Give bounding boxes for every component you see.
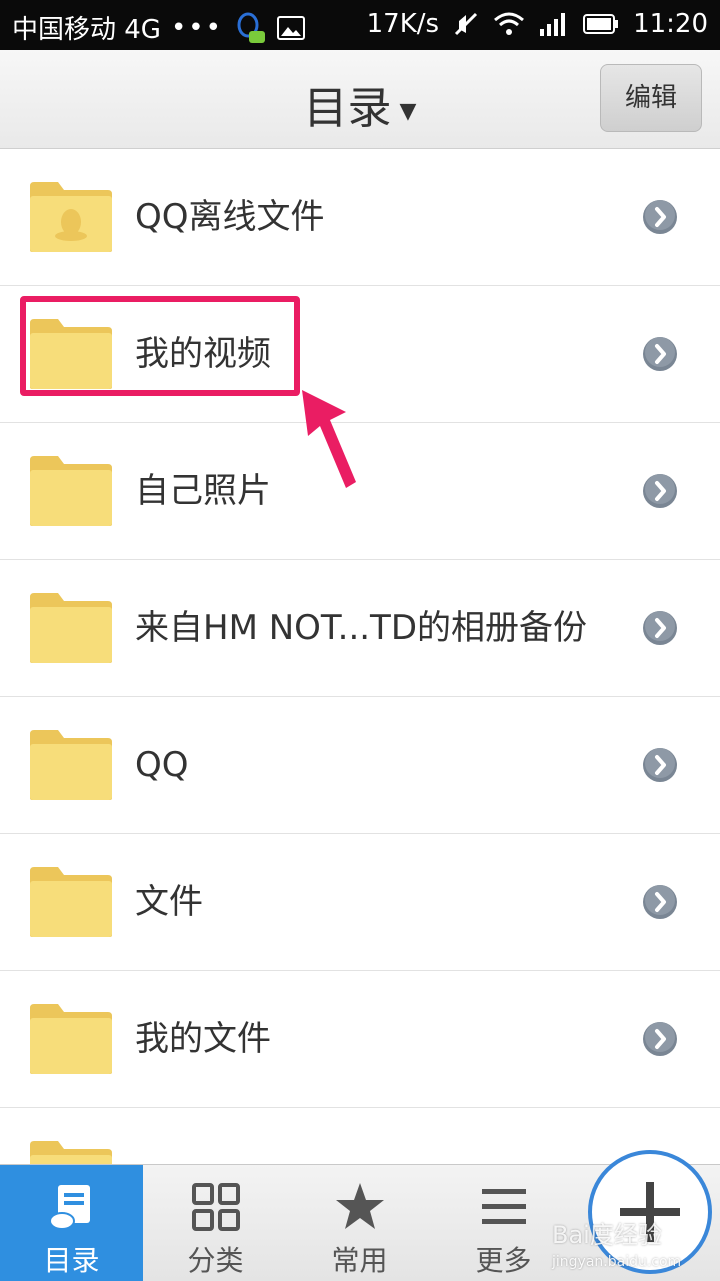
- folder-label: QQ离线文件: [135, 197, 325, 237]
- nav-label-categories: 分类: [187, 1244, 244, 1277]
- chevron-right-icon[interactable]: [642, 610, 678, 646]
- folder-icon: [30, 593, 112, 663]
- clock: 11:20: [633, 9, 708, 39]
- watermark-url: jingyan.baidu.com: [552, 1254, 682, 1270]
- chevron-right-icon[interactable]: [642, 473, 678, 509]
- grid-icon: [192, 1183, 240, 1231]
- folder-label: 文件: [135, 882, 203, 922]
- chevron-right-icon[interactable]: [642, 747, 678, 783]
- nav-tab-directory[interactable]: 目录: [0, 1165, 143, 1281]
- folder-row[interactable]: 自己照片: [0, 423, 720, 560]
- dropdown-caret-icon: ▼: [399, 98, 417, 124]
- more-dots: •••: [170, 12, 223, 43]
- image-icon: [276, 15, 305, 40]
- folder-row[interactable]: 来自HM NOT...TD的相册备份: [0, 560, 720, 697]
- folder-row[interactable]: QQ离线文件: [0, 149, 720, 286]
- folder-row[interactable]: QQ: [0, 697, 720, 834]
- page-title: 目录: [303, 83, 392, 134]
- folder-label: 自己照片: [135, 471, 271, 511]
- chevron-right-icon[interactable]: [642, 1021, 678, 1057]
- nav-label-directory: 目录: [43, 1244, 100, 1277]
- status-left: 中国移动 4G •••: [12, 9, 305, 46]
- folder-row[interactable]: 我的文件: [0, 971, 720, 1108]
- folder-icon: [30, 867, 112, 937]
- folder-row-partial[interactable]: [0, 1108, 720, 1168]
- highlight-box: [20, 296, 300, 396]
- app-header: 目录 ▼ 编辑: [0, 50, 720, 149]
- carrier-text: 中国移动 4G: [12, 15, 161, 45]
- nav-label-favorites: 常用: [331, 1244, 388, 1277]
- menu-icon: [482, 1189, 526, 1224]
- chevron-right-icon[interactable]: [642, 199, 678, 235]
- folder-label: 我的文件: [135, 1019, 271, 1059]
- qq-notification-icon: [237, 12, 265, 43]
- folder-label: QQ: [135, 745, 189, 785]
- mute-icon: [455, 12, 478, 36]
- wifi-icon: [494, 12, 525, 35]
- folder-row[interactable]: 文件: [0, 834, 720, 971]
- chevron-right-icon[interactable]: [642, 336, 678, 372]
- folder-icon: [30, 1004, 112, 1074]
- folder-icon: [30, 456, 112, 526]
- status-right: 17K/s 11:20: [367, 9, 708, 39]
- folder-label: 来自HM NOT...TD的相册备份: [135, 608, 588, 648]
- watermark-brand: Bai度经验: [552, 1221, 662, 1249]
- directory-icon: [49, 1185, 90, 1230]
- status-bar: 中国移动 4G ••• 17K/s 11:20: [0, 0, 720, 50]
- pointer-arrow-icon: [302, 390, 356, 488]
- nav-tab-favorites[interactable]: 常用: [288, 1165, 431, 1281]
- folder-icon: [30, 730, 112, 800]
- signal-icon: [540, 13, 566, 36]
- edit-button[interactable]: 编辑: [600, 64, 702, 132]
- chevron-right-icon[interactable]: [642, 884, 678, 920]
- network-speed: 17K/s: [366, 9, 440, 39]
- battery-icon: [583, 14, 619, 34]
- qq-folder-icon: [30, 182, 112, 252]
- nav-tab-categories[interactable]: 分类: [144, 1165, 287, 1281]
- star-icon: [336, 1183, 384, 1229]
